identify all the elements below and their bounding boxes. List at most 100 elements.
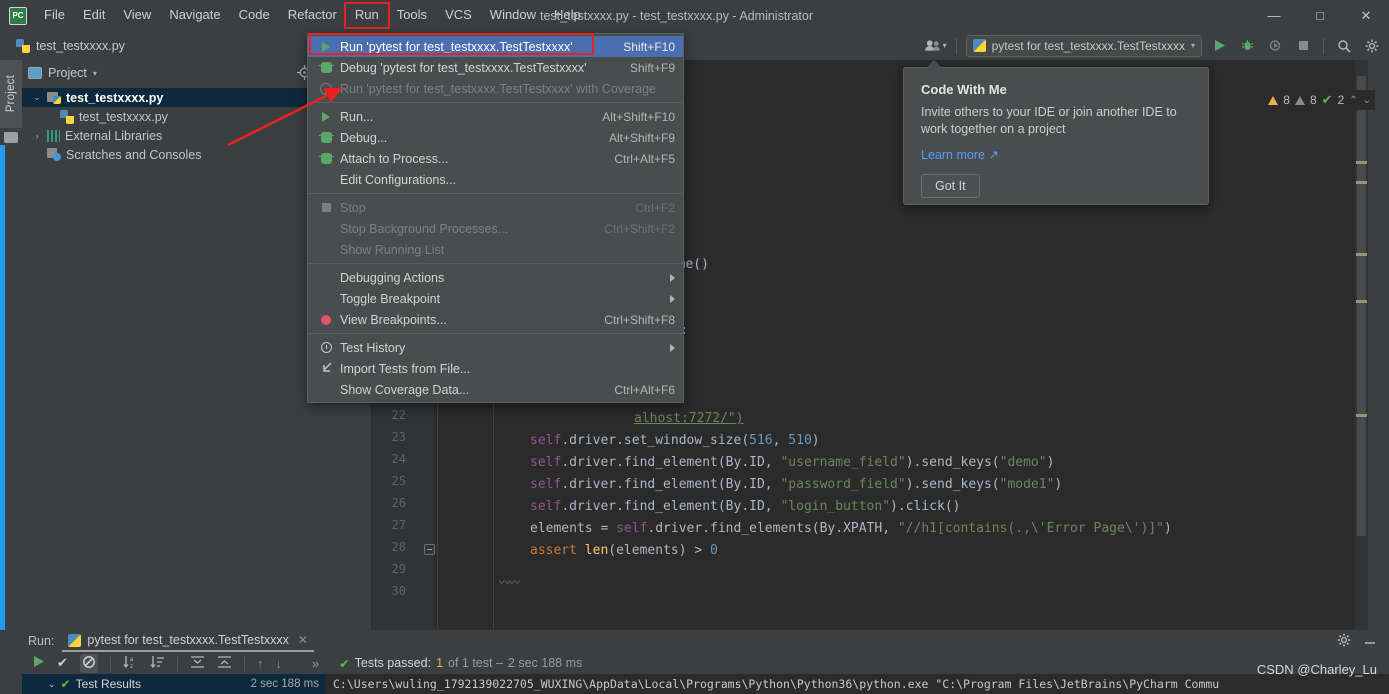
left-accent-bar — [0, 145, 5, 690]
run-panel-tab[interactable]: pytest for test_testxxxx.TestTestxxxx ✕ — [62, 630, 314, 652]
minimize-icon[interactable] — [1363, 633, 1377, 650]
editor-tab-test-testxxxx[interactable]: test_testxxxx.py — [8, 33, 133, 58]
window-title: test_testxxxx.py - test_testxxxx.py - Ad… — [540, 8, 814, 23]
run-configuration-selector[interactable]: pytest for test_testxxxx.TestTestxxxx ▾ — [965, 34, 1202, 57]
warning-icon — [1268, 95, 1279, 105]
menu-item-label: Stop Background Processes... — [340, 221, 509, 236]
svg-text:a: a — [130, 657, 134, 663]
inspection-status-widget[interactable]: 8 8 ✔ 2 ⌃ ⌄ — [1264, 90, 1375, 110]
rerun-icon[interactable] — [32, 655, 45, 671]
show-passed-icon[interactable]: ✔ — [57, 655, 68, 671]
weak-warning-marker[interactable] — [1356, 253, 1367, 256]
test-passed-icon: ✔ — [60, 677, 71, 691]
prev-problem-icon[interactable]: ⌃ — [1349, 95, 1357, 106]
chevron-down-icon[interactable]: ⌄ — [32, 92, 42, 103]
line-number: 23 — [391, 430, 406, 444]
console-output[interactable]: C:\Users\wuling_1792139022705_WUXING\App… — [325, 674, 1389, 694]
menu-vcs-label: VCS — [445, 7, 472, 23]
menu-item-toggle-breakpoint[interactable]: Toggle Breakpoint — [308, 288, 683, 309]
coverage-icon[interactable] — [1264, 35, 1286, 57]
menu-item-run[interactable]: Run... Alt+Shift+F10 — [308, 106, 683, 127]
menu-item-debugging-actions[interactable]: Debugging Actions — [308, 267, 683, 288]
menu-run[interactable]: Run — [343, 2, 390, 29]
annotation-arrow — [227, 87, 343, 147]
code-line-28: assert len(elements) > 0 — [530, 543, 718, 558]
menu-item-import-tests-from-file[interactable]: Import Tests from File... — [308, 358, 683, 379]
menu-navigate[interactable]: Navigate — [160, 4, 229, 26]
run-menu-popup: Run 'pytest for test_testxxxx.TestTestxx… — [307, 33, 684, 403]
menu-edit-label: Edit — [82, 7, 106, 23]
menu-item-shortcut: Shift+F10 — [623, 39, 675, 54]
prev-failed-icon[interactable]: ↑ — [257, 656, 264, 671]
menu-item-run-pytest[interactable]: Run 'pytest for test_testxxxx.TestTestxx… — [308, 36, 683, 57]
menu-item-view-breakpoints[interactable]: View Breakpoints... Ctrl+Shift+F8 — [308, 309, 683, 330]
menu-file[interactable]: File — [35, 4, 74, 26]
expand-all-icon[interactable] — [190, 655, 205, 672]
scrollbar-thumb[interactable] — [1357, 76, 1366, 536]
code-with-me-icon[interactable]: ▾ — [924, 35, 947, 57]
tool-window-button-project[interactable]: Project — [0, 60, 22, 128]
menu-item-debug-pytest[interactable]: Debug 'pytest for test_testxxxx.TestTest… — [308, 57, 683, 78]
weak-warning-marker[interactable] — [1356, 161, 1367, 164]
chevron-right-icon[interactable]: › — [32, 131, 42, 141]
main-toolbar: ▾ pytest for test_testxxxx.TestTestxxxx … — [924, 31, 1383, 60]
menu-item-test-history[interactable]: Test History — [308, 337, 683, 358]
check-count: 2 — [1337, 93, 1345, 107]
sort-alphabetically-icon[interactable]: az — [123, 655, 138, 672]
menu-code[interactable]: Code — [230, 4, 279, 26]
editor-marker-bar[interactable] — [1355, 60, 1368, 630]
search-icon[interactable] — [1333, 35, 1355, 57]
debug-icon[interactable] — [1236, 35, 1258, 57]
tree-node-label: Scratches and Consoles — [66, 147, 202, 162]
menu-tools-label: Tools — [396, 7, 428, 23]
stop-icon[interactable] — [1292, 35, 1314, 57]
sort-by-duration-icon[interactable] — [150, 655, 165, 672]
menu-item-shortcut: Alt+Shift+F10 — [602, 109, 675, 124]
tree-node-label: External Libraries — [65, 128, 163, 143]
menu-item-edit-configurations[interactable]: Edit Configurations... — [308, 169, 683, 190]
collapse-all-icon[interactable] — [217, 655, 232, 672]
menu-item-attach-to-process[interactable]: Attach to Process... Ctrl+Alt+F5 — [308, 148, 683, 169]
menu-view-label: View — [123, 7, 152, 23]
maximize-button[interactable]: □ — [1297, 0, 1343, 31]
minimize-button[interactable]: — — [1251, 0, 1297, 31]
menu-item-label: Show Coverage Data... — [340, 382, 470, 397]
chevron-down-icon[interactable]: ⌄ — [48, 679, 56, 690]
menu-window[interactable]: Window — [481, 4, 545, 26]
test-results-tree-node[interactable]: ⌄ ✔ Test Results 2 sec 188 ms — [22, 674, 325, 694]
more-actions-icon[interactable]: » — [312, 656, 319, 671]
run-panel-tab-label: pytest for test_testxxxx.TestTestxxxx — [87, 633, 289, 647]
external-link-icon: ↗ — [988, 148, 999, 162]
weak-warning-count: 8 — [1309, 93, 1317, 107]
learn-more-link[interactable]: Learn more ↗ — [921, 147, 999, 162]
run-panel-tab-row: Run: pytest for test_testxxxx.TestTestxx… — [22, 630, 1389, 652]
line-number: 29 — [391, 562, 406, 576]
run-icon[interactable] — [1208, 35, 1230, 57]
menu-bar: File Edit View Navigate Code Refactor Ru… — [35, 0, 590, 31]
menu-view[interactable]: View — [114, 4, 160, 26]
next-problem-icon[interactable]: ⌄ — [1363, 95, 1371, 106]
window-controls: — □ ✕ — [1251, 0, 1389, 31]
run-panel-toolbar: ✔ az ↑ ↓ » ✔ Tests passed: 1 of 1 test –… — [22, 652, 1389, 674]
weak-warning-marker[interactable] — [1356, 414, 1367, 417]
hide-ignored-icon[interactable] — [79, 653, 98, 673]
menu-item-debug[interactable]: Debug... Alt+Shift+F9 — [308, 127, 683, 148]
close-icon[interactable]: ✕ — [298, 633, 308, 647]
close-button[interactable]: ✕ — [1343, 0, 1389, 31]
weak-warning-marker[interactable] — [1356, 300, 1367, 303]
menu-item-label: Attach to Process... — [340, 151, 449, 166]
settings-icon[interactable] — [1361, 35, 1383, 57]
menu-vcs[interactable]: VCS — [436, 4, 481, 26]
weak-warning-marker[interactable] — [1356, 181, 1367, 184]
menu-tools[interactable]: Tools — [388, 4, 436, 26]
got-it-button[interactable]: Got It — [921, 174, 980, 198]
chevron-down-icon[interactable]: ▾ — [93, 69, 97, 78]
menu-edit[interactable]: Edit — [74, 4, 114, 26]
menu-item-show-coverage-data[interactable]: Show Coverage Data... Ctrl+Alt+F6 — [308, 379, 683, 400]
menu-item-label: Stop — [340, 200, 366, 215]
gear-icon[interactable] — [1337, 633, 1351, 650]
menu-refactor[interactable]: Refactor — [279, 4, 346, 26]
next-failed-icon[interactable]: ↓ — [275, 656, 282, 671]
menu-item-label: Toggle Breakpoint — [340, 291, 441, 306]
inspection-ok-icon: ✔ — [1321, 92, 1333, 107]
